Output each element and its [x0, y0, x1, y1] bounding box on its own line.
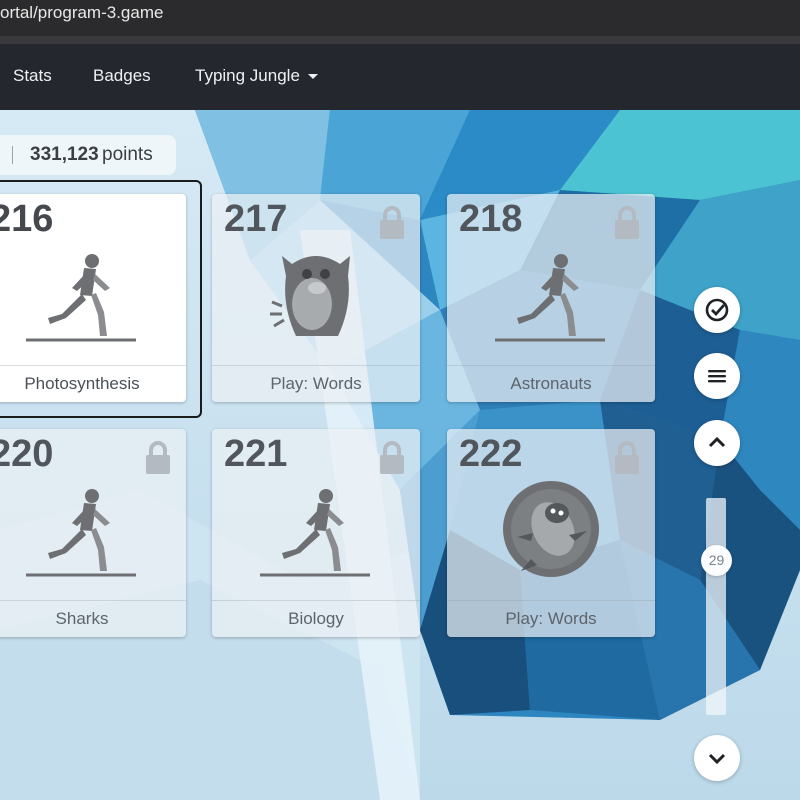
runner-icon — [495, 254, 605, 342]
lesson-number: 218 — [459, 198, 523, 240]
penguin-icon — [503, 481, 599, 577]
runner-icon — [26, 254, 136, 342]
lesson-card-221[interactable]: 221 Biology — [212, 429, 420, 637]
lesson-number: 216 — [0, 198, 54, 240]
check-circle-icon — [705, 298, 729, 322]
yeti-icon — [270, 256, 350, 336]
url-text: ortal/program-3.game — [0, 3, 164, 22]
menu-button[interactable] — [694, 353, 740, 399]
nav-typing-jungle-label: Typing Jungle — [195, 66, 300, 85]
scroll-up-button[interactable] — [694, 420, 740, 466]
check-progress-button[interactable] — [694, 287, 740, 333]
nav-item-badges[interactable]: Badges — [93, 66, 151, 86]
nav-stats-label: Stats — [13, 66, 52, 85]
lesson-number: 222 — [459, 433, 523, 475]
scroll-track[interactable] — [706, 498, 726, 715]
lock-icon — [380, 206, 404, 239]
chevron-up-icon — [708, 436, 726, 448]
lesson-title: Play: Words — [212, 365, 420, 402]
points-value: 331,123 — [30, 144, 99, 165]
lesson-card-217[interactable]: 217 Play: Words — [212, 194, 420, 402]
lesson-title: Photosynthesis — [0, 365, 186, 402]
lesson-number: 221 — [224, 433, 288, 475]
lesson-number: 217 — [224, 198, 288, 240]
points-label: points — [102, 144, 153, 165]
lock-icon — [615, 206, 639, 239]
lesson-card-218[interactable]: 218 Astronauts — [447, 194, 655, 402]
caret-down-icon — [307, 74, 318, 80]
nav-badges-label: Badges — [93, 66, 151, 85]
top-navbar: Stats Badges Typing Jungle — [0, 44, 800, 110]
lesson-title: Biology — [212, 600, 420, 637]
lesson-title: Play: Words — [447, 600, 655, 637]
lesson-title: Astronauts — [447, 365, 655, 402]
address-bar[interactable]: ortal/program-3.game — [0, 0, 800, 36]
nav-item-stats[interactable]: Stats — [13, 66, 52, 86]
lesson-card-216[interactable]: 216 Photosynthesis — [0, 194, 186, 402]
runner-icon — [260, 489, 370, 577]
tab-strip-divider — [0, 36, 800, 44]
lock-icon — [615, 441, 639, 474]
lock-icon — [146, 441, 170, 474]
lesson-card-220[interactable]: 220 Sharks — [0, 429, 186, 637]
lesson-card-222[interactable]: 222 Play: Words — [447, 429, 655, 637]
runner-icon — [26, 489, 136, 577]
chevron-down-icon — [708, 753, 726, 765]
points-separator — [12, 146, 13, 164]
scroll-thumb[interactable]: 29 — [701, 545, 732, 576]
hamburger-icon — [708, 370, 726, 383]
lesson-number: 220 — [0, 433, 54, 475]
lesson-title: Sharks — [0, 600, 186, 637]
points-pill: 331,123 points — [0, 135, 176, 175]
lock-icon — [380, 441, 404, 474]
nav-item-typing-jungle[interactable]: Typing Jungle — [195, 66, 318, 86]
scroll-down-button[interactable] — [694, 735, 740, 781]
